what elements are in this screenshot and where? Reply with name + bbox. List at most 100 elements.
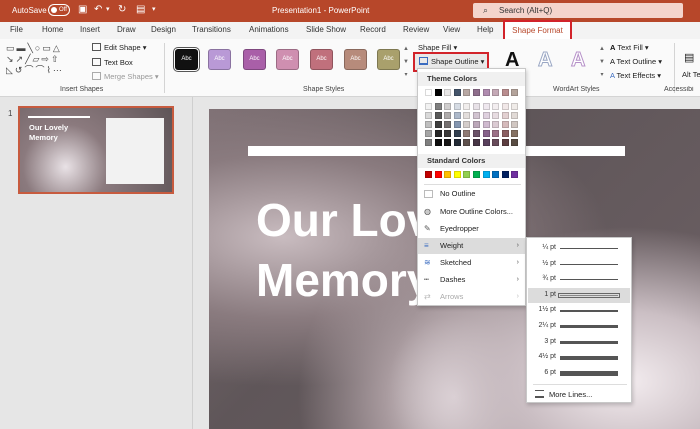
more-outline-colors-item[interactable]: ◍ More Outline Colors... <box>418 204 525 220</box>
no-outline-item[interactable]: No Outline <box>418 186 525 202</box>
tab-review[interactable]: Review <box>403 25 429 34</box>
theme-color-shade-swatch[interactable] <box>492 103 500 110</box>
tab-slide-show[interactable]: Slide Show <box>306 25 346 34</box>
weight-option[interactable]: 6 pt <box>528 366 630 381</box>
theme-color-shade-swatch[interactable] <box>492 121 500 128</box>
sketched-item[interactable]: ≋ Sketched › <box>418 255 525 271</box>
theme-color-swatch[interactable] <box>501 89 509 96</box>
search-box[interactable]: ⌕ Search (Alt+Q) <box>473 3 683 18</box>
save-icon[interactable]: ▣ <box>78 4 87 16</box>
theme-color-shade-swatch[interactable] <box>434 139 442 146</box>
redo-icon[interactable]: ↻ <box>118 4 126 16</box>
standard-color-swatch[interactable] <box>473 171 480 178</box>
start-from-beginning-icon[interactable]: ▤ <box>136 4 145 16</box>
tab-design[interactable]: Design <box>151 25 176 34</box>
undo-dropdown-icon[interactable]: ▾ <box>106 4 110 16</box>
tab-draw[interactable]: Draw <box>117 25 136 34</box>
theme-color-shade-swatch[interactable] <box>444 139 452 146</box>
theme-color-shade-swatch[interactable] <box>425 121 432 128</box>
tab-file[interactable]: File <box>10 25 23 34</box>
theme-color-shade-swatch[interactable] <box>434 121 442 128</box>
shape-style-swatch-6[interactable]: Abc <box>344 49 367 70</box>
tab-transitions[interactable]: Transitions <box>192 25 231 34</box>
theme-color-shade-swatch[interactable] <box>444 130 452 137</box>
standard-color-swatch[interactable] <box>444 171 452 178</box>
theme-color-shade-swatch[interactable] <box>473 130 480 137</box>
theme-color-swatch[interactable] <box>434 89 442 96</box>
theme-color-shade-swatch[interactable] <box>463 121 471 128</box>
wordart-style-outline-purple[interactable]: A <box>570 49 585 72</box>
wordart-style-outline-blue[interactable]: A <box>537 49 552 72</box>
tab-insert[interactable]: Insert <box>80 25 100 34</box>
theme-color-shade-swatch[interactable] <box>463 130 471 137</box>
theme-color-swatch[interactable] <box>511 89 519 96</box>
theme-color-shade-swatch[interactable] <box>453 103 461 110</box>
theme-color-shade-swatch[interactable] <box>473 103 480 110</box>
theme-color-shade-swatch[interactable] <box>511 112 519 119</box>
theme-color-shade-swatch[interactable] <box>511 130 519 137</box>
theme-color-shade-swatch[interactable] <box>473 139 480 146</box>
theme-color-shade-swatch[interactable] <box>511 139 519 146</box>
more-lines-item[interactable]: More Lines... <box>528 387 630 402</box>
theme-color-shade-swatch[interactable] <box>453 130 461 137</box>
theme-color-shade-swatch[interactable] <box>501 112 509 119</box>
theme-color-shade-swatch[interactable] <box>501 139 509 146</box>
standard-color-swatch[interactable] <box>425 171 432 178</box>
theme-color-shade-swatch[interactable] <box>434 112 442 119</box>
weight-option[interactable]: ¼ pt <box>528 241 630 256</box>
theme-color-shade-swatch[interactable] <box>444 103 452 110</box>
tab-record[interactable]: Record <box>360 25 386 34</box>
theme-color-shade-swatch[interactable] <box>473 112 480 119</box>
theme-color-shade-swatch[interactable] <box>425 130 432 137</box>
theme-color-shade-swatch[interactable] <box>482 121 490 128</box>
shape-fill-button[interactable]: Shape Fill ▾ <box>418 43 457 52</box>
theme-color-shade-swatch[interactable] <box>511 121 519 128</box>
theme-color-shade-swatch[interactable] <box>444 112 452 119</box>
theme-color-shade-swatch[interactable] <box>492 130 500 137</box>
weight-option[interactable]: 2¼ pt <box>528 319 630 334</box>
theme-color-shade-swatch[interactable] <box>434 103 442 110</box>
theme-color-shade-swatch[interactable] <box>501 103 509 110</box>
theme-color-shade-swatch[interactable] <box>511 103 519 110</box>
theme-color-shade-swatch[interactable] <box>425 139 432 146</box>
theme-color-shade-swatch[interactable] <box>482 112 490 119</box>
shape-style-swatch-5[interactable]: Abc <box>310 49 333 70</box>
theme-color-shade-swatch[interactable] <box>463 112 471 119</box>
tab-help[interactable]: Help <box>477 25 493 34</box>
alt-text-icon[interactable]: ▤ <box>684 51 694 64</box>
standard-color-swatch[interactable] <box>501 171 509 178</box>
theme-color-swatch[interactable] <box>463 89 471 96</box>
theme-color-shade-swatch[interactable] <box>453 112 461 119</box>
theme-color-swatch[interactable] <box>482 89 490 96</box>
theme-color-shade-swatch[interactable] <box>501 130 509 137</box>
text-box-button[interactable]: Text Box <box>92 58 133 67</box>
theme-color-shade-swatch[interactable] <box>492 112 500 119</box>
theme-color-shade-swatch[interactable] <box>492 139 500 146</box>
tab-animations[interactable]: Animations <box>249 25 289 34</box>
standard-color-swatch[interactable] <box>463 171 471 178</box>
theme-color-shade-swatch[interactable] <box>463 103 471 110</box>
shape-style-swatch-3[interactable]: Abc <box>243 49 266 70</box>
theme-color-shade-swatch[interactable] <box>482 103 490 110</box>
theme-color-shade-swatch[interactable] <box>453 139 461 146</box>
autosave-toggle[interactable]: Off <box>48 4 70 16</box>
theme-color-shade-swatch[interactable] <box>482 139 490 146</box>
theme-color-shade-swatch[interactable] <box>425 103 432 110</box>
theme-color-shade-swatch[interactable] <box>434 130 442 137</box>
shapes-gallery[interactable]: ▭▬╲○▭△ ↘↗╱▱⇨⇧ ◺↺⌒⌒⌇⋯ <box>6 43 82 83</box>
standard-color-swatch[interactable] <box>434 171 442 178</box>
weight-option[interactable]: ½ pt <box>528 257 630 272</box>
weight-option[interactable]: 3 pt <box>528 335 630 350</box>
theme-color-shade-swatch[interactable] <box>453 121 461 128</box>
edit-shape-button[interactable]: Edit Shape ▾ <box>92 43 147 52</box>
customize-toolbar-icon[interactable]: ▾ <box>152 4 156 16</box>
weight-option[interactable]: 4½ pt <box>528 350 630 365</box>
standard-color-swatch[interactable] <box>511 171 519 178</box>
theme-color-shade-swatch[interactable] <box>482 130 490 137</box>
undo-icon[interactable]: ↶ <box>94 4 102 16</box>
theme-color-shade-swatch[interactable] <box>425 112 432 119</box>
shape-style-swatch-7[interactable]: Abc <box>377 49 400 70</box>
theme-color-swatch[interactable] <box>473 89 480 96</box>
text-effects-button[interactable]: A Text Effects ▾ <box>610 71 661 80</box>
theme-color-swatch[interactable] <box>444 89 452 96</box>
